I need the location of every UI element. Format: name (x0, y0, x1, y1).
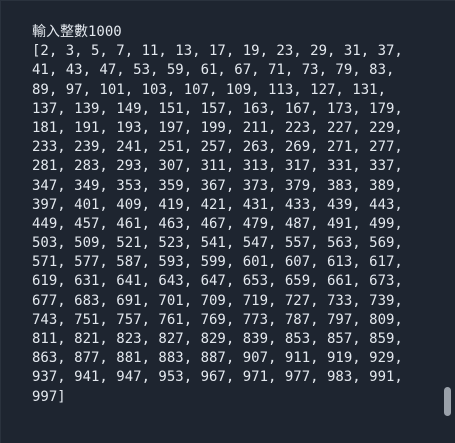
scrollbar-thumb[interactable] (444, 387, 451, 416)
output-line: 181, 191, 193, 197, 199, 211, 223, 227, … (32, 119, 403, 136)
output-line: 743, 751, 757, 761, 769, 773, 787, 797, … (32, 311, 403, 328)
vertical-scrollbar[interactable] (441, 1, 455, 443)
output-line: 281, 283, 293, 307, 311, 313, 317, 331, … (32, 158, 403, 175)
console-output-panel: 輸入整數1000 [2, 3, 5, 7, 11, 13, 17, 19, 23,… (0, 0, 455, 443)
output-line: 89, 97, 101, 103, 107, 109, 113, 127, 13… (32, 81, 387, 98)
output-line: 811, 821, 823, 827, 829, 839, 853, 857, … (32, 331, 403, 347)
output-line: 997] (32, 388, 66, 405)
output-line: 503, 509, 521, 523, 541, 547, 557, 563, … (32, 235, 403, 252)
output-line: 619, 631, 641, 643, 647, 653, 659, 661, … (32, 273, 403, 290)
output-line: 41, 43, 47, 53, 59, 61, 67, 71, 73, 79, … (32, 62, 395, 79)
output-line: 571, 577, 587, 593, 599, 601, 607, 613, … (32, 254, 403, 271)
output-line: 233, 239, 241, 251, 257, 263, 269, 271, … (32, 139, 403, 156)
output-lines: [2, 3, 5, 7, 11, 13, 17, 19, 23, 29, 31,… (32, 42, 432, 407)
output-line: 677, 683, 691, 701, 709, 719, 727, 733, … (32, 292, 403, 309)
output-line: 937, 941, 947, 953, 967, 971, 977, 983, … (32, 369, 403, 386)
output-line: 449, 457, 461, 463, 467, 479, 487, 491, … (32, 215, 403, 232)
output-line: [2, 3, 5, 7, 11, 13, 17, 19, 23, 29, 31,… (32, 43, 403, 60)
output-line: 137, 139, 149, 151, 157, 163, 167, 173, … (32, 100, 403, 117)
input-prompt-line: 輸入整數1000 (32, 24, 122, 40)
output-line: 397, 401, 409, 419, 421, 431, 433, 439, … (32, 196, 403, 213)
output-line: 863, 877, 881, 883, 887, 907, 911, 919, … (32, 350, 403, 367)
output-line: 347, 349, 353, 359, 367, 373, 379, 383, … (32, 177, 403, 194)
console-output: 輸入整數1000 [2, 3, 5, 7, 11, 13, 17, 19, 23,… (32, 23, 432, 407)
